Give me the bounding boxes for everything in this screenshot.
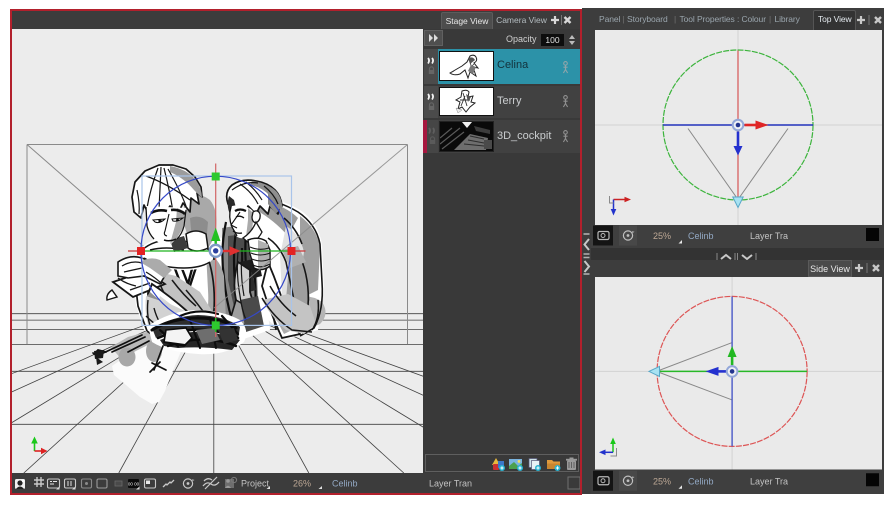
svg-text:00 00: 00 00 [128,482,140,487]
svg-text:26%: 26% [293,479,311,489]
svg-text:25%: 25% [653,231,671,241]
svg-text:Celinb: Celinb [688,231,714,241]
svg-text:25%: 25% [653,476,671,486]
svg-text:Layer Tran: Layer Tran [429,479,472,489]
svg-text:Layer Tra: Layer Tra [750,476,788,486]
svg-text:Celinb: Celinb [332,479,358,489]
svg-text:Project: Project [241,479,270,489]
svg-text:Celinb: Celinb [688,476,714,486]
svg-text:Layer Tra: Layer Tra [750,231,788,241]
